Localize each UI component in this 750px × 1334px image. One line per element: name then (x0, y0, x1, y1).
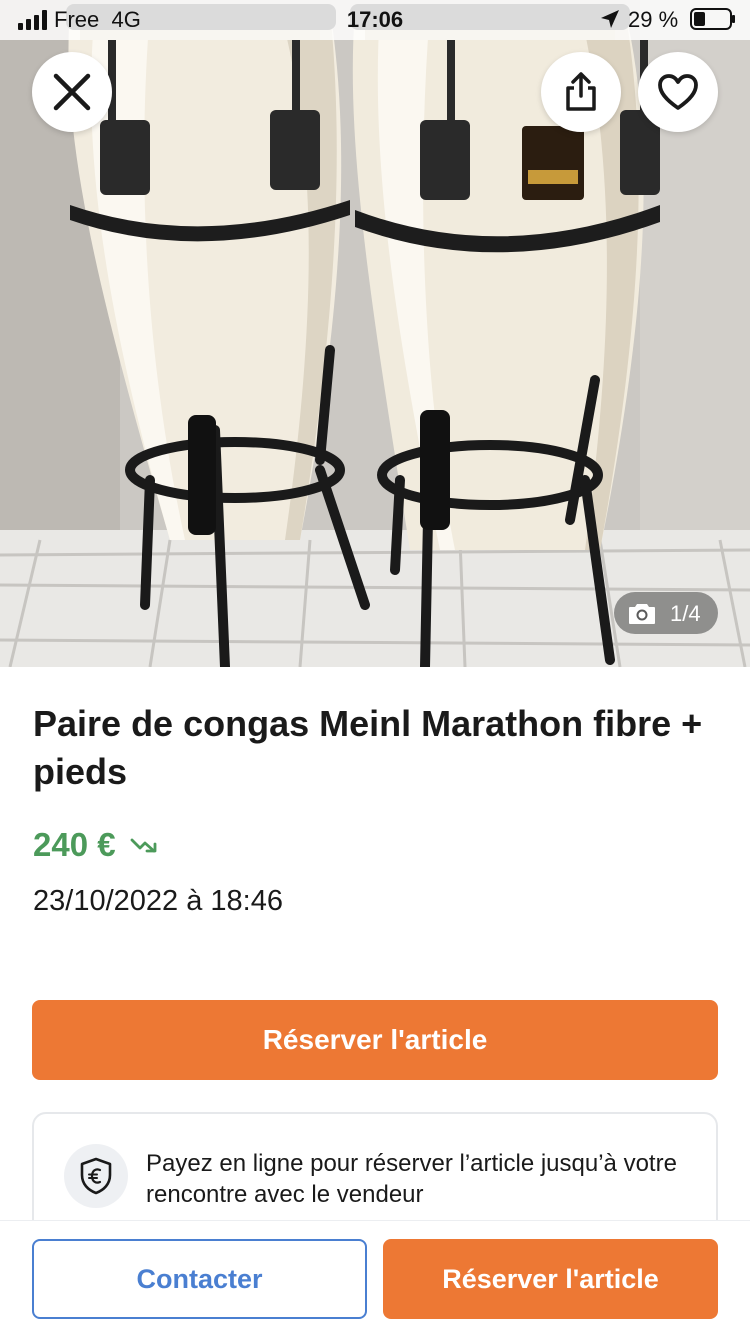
location-arrow-icon (601, 10, 619, 28)
listing-date: 23/10/2022 à 18:46 (33, 885, 283, 917)
battery-icon (690, 8, 735, 30)
price-row: 240 € (33, 826, 160, 870)
contact-button[interactable]: Contacter (32, 1239, 367, 1319)
reserve-article-button[interactable]: Réserver l'article (32, 1000, 718, 1080)
heart-icon (658, 74, 698, 110)
reserve-article-bottom-button[interactable]: Réserver l'article (383, 1239, 718, 1319)
conga-drums-image (0, 0, 750, 667)
close-icon (53, 73, 91, 111)
camera-icon (629, 604, 655, 624)
payment-info-text: Payez en ligne pour réserver l’article j… (146, 1150, 677, 1208)
photo-counter-label: 1/4 (670, 601, 701, 626)
shield-badge (64, 1144, 128, 1208)
listing-price: 240 € (33, 826, 116, 863)
close-button[interactable] (32, 52, 112, 132)
listing-title: Paire de congas Meinl Marathon fibre + p… (33, 703, 703, 792)
trending-down-icon (130, 838, 157, 853)
bottom-action-bar: Contacter Réserver l'article (0, 1220, 750, 1334)
battery-percentage: 29 % (628, 7, 679, 32)
photo-counter: 1/4 (614, 592, 718, 634)
euro-shield-icon (80, 1157, 112, 1195)
share-button[interactable] (541, 52, 621, 132)
favorite-button[interactable] (638, 52, 718, 132)
status-bar: Free 4G 17:06 29 % (0, 0, 750, 40)
listing-photo[interactable] (0, 0, 750, 667)
share-icon (566, 72, 596, 111)
